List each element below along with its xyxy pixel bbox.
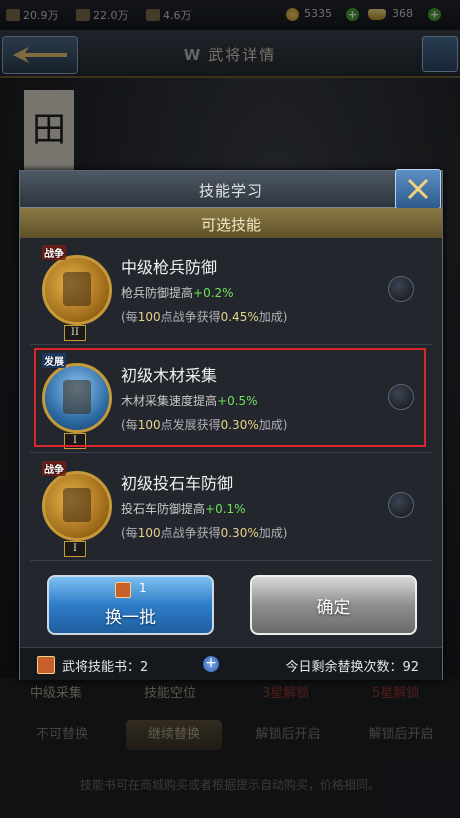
refresh-skills-button[interactable]: 1 换一批: [47, 575, 214, 635]
skill-scaling-note: (每100点战争获得0.30%加成): [121, 526, 288, 540]
skill-learn-dialog: 技能学习 可选技能 战争 II 中级枪兵防御 枪兵防御提高+0.2% (每100…: [19, 169, 443, 680]
skill-option[interactable]: 发展 I 初级木材采集 木材采集速度提高+0.5% (每100点发展获得0.30…: [20, 347, 442, 453]
add-skill-book-button[interactable]: +: [203, 656, 219, 672]
lance-defense-skill-icon: [42, 255, 112, 325]
skill-bonus: +0.1%: [205, 502, 246, 516]
war-tag: 战争: [42, 461, 66, 476]
skill-level-badge: I: [64, 541, 86, 557]
skill-book-icon: [115, 582, 131, 598]
optional-skills-header: 可选技能: [20, 208, 442, 238]
skill-select-radio[interactable]: [388, 492, 414, 518]
skill-books-owned: 武将技能书：2: [62, 660, 149, 675]
war-tag: 战争: [42, 245, 66, 260]
refresh-cost: 1: [139, 581, 147, 595]
skill-name: 初级木材采集: [121, 366, 218, 385]
dialog-close-button[interactable]: [395, 169, 441, 209]
skill-effect: 枪兵防御提高+0.2%: [121, 286, 234, 300]
skill-select-radio[interactable]: [388, 384, 414, 410]
remaining-replacements: 今日剩余替换次数：92: [285, 660, 419, 675]
skill-name: 初级投石车防御: [121, 474, 234, 493]
confirm-button[interactable]: 确定: [250, 575, 417, 635]
divider: [30, 560, 432, 561]
divider: [30, 344, 432, 345]
development-tag: 发展: [42, 353, 66, 368]
divider: [30, 452, 432, 453]
skill-select-radio[interactable]: [388, 276, 414, 302]
dialog-header: 技能学习: [20, 171, 442, 208]
skill-bonus: +0.2%: [193, 286, 234, 300]
skill-effect: 投石车防御提高+0.1%: [121, 502, 246, 516]
catapult-defense-skill-icon: [42, 471, 112, 541]
skill-scaling-note: (每100点发展获得0.30%加成): [121, 418, 288, 432]
skill-level-badge: II: [64, 325, 86, 341]
skill-level-badge: I: [64, 433, 86, 449]
skill-name: 中级枪兵防御: [121, 258, 218, 277]
skill-bonus: +0.5%: [217, 394, 258, 408]
skill-scaling-note: (每100点战争获得0.45%加成): [121, 310, 288, 324]
skill-effect: 木材采集速度提高+0.5%: [121, 394, 258, 408]
skill-book-icon: [37, 656, 55, 674]
skill-option[interactable]: 战争 II 中级枪兵防御 枪兵防御提高+0.2% (每100点战争获得0.45%…: [20, 239, 442, 345]
dialog-footer: 武将技能书：2 + 今日剩余替换次数：92: [20, 647, 442, 680]
skill-option[interactable]: 战争 I 初级投石车防御 投石车防御提高+0.1% (每100点战争获得0.30…: [20, 455, 442, 561]
close-icon: [407, 178, 429, 200]
dialog-title: 技能学习: [198, 182, 263, 200]
wood-gathering-skill-icon: [42, 363, 112, 433]
